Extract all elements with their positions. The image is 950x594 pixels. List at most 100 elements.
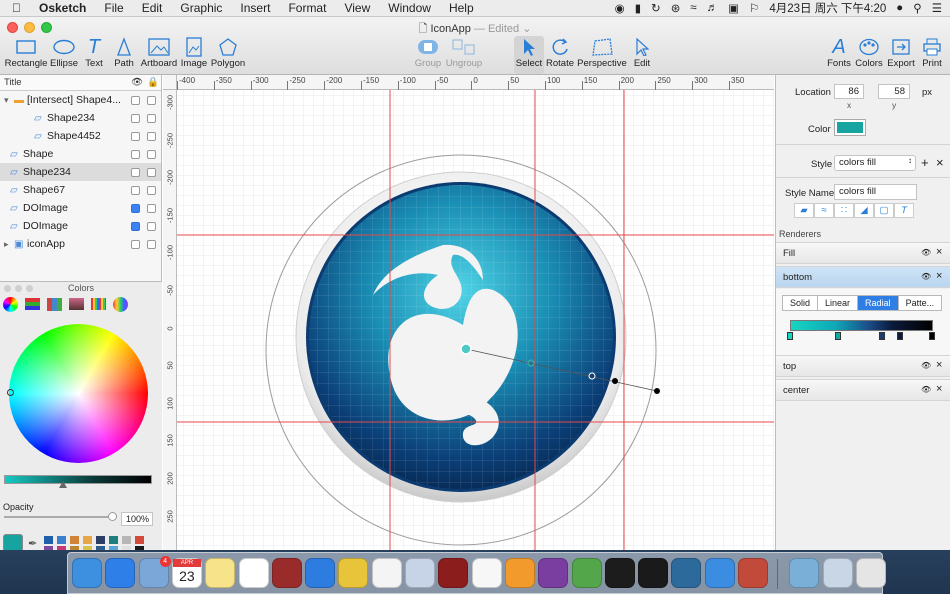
renderer-visibility-icon[interactable]: 👁	[921, 248, 931, 257]
remove-style-icon[interactable]: ×	[936, 155, 944, 170]
vertical-ruler[interactable]: -300 -250 -200 -150 -100 -50 0 50 100 150 200 250	[163, 90, 177, 550]
style-dropdown[interactable]: colors fill ↕	[834, 155, 916, 171]
gradient-bar[interactable]	[790, 320, 933, 331]
xcode-icon[interactable]	[704, 558, 735, 588]
menu-format[interactable]: Format	[279, 0, 335, 17]
fill-tab-linear[interactable]: Linear	[817, 295, 859, 311]
layer-visible-checkbox[interactable]	[131, 131, 140, 141]
spectrum-tab-icon[interactable]	[113, 296, 128, 312]
eyedropper-icon[interactable]: ✒	[28, 537, 37, 550]
layer-lock-checkbox[interactable]	[147, 203, 156, 213]
layer-visible-checkbox[interactable]	[131, 167, 140, 177]
color-swatch[interactable]	[109, 536, 118, 544]
gradient-stop-marker[interactable]	[929, 332, 935, 340]
fill-tab-radial[interactable]: Radial	[857, 295, 899, 311]
gradient-stop-marker[interactable]	[897, 332, 903, 340]
layer-row[interactable]: ▱ DOImage	[0, 199, 161, 217]
layer-lock-checkbox[interactable]	[147, 149, 156, 159]
brightness-slider[interactable]	[4, 475, 152, 484]
fonts-button[interactable]: A Fonts	[823, 36, 855, 74]
image-palettes-tab-icon[interactable]	[69, 298, 84, 310]
fill-color-well[interactable]	[834, 119, 866, 136]
layer-row[interactable]: ▾ ▬ [Intersect] Shape4...	[0, 91, 161, 109]
color-swatch[interactable]	[83, 546, 92, 550]
flag-icon[interactable]: ⚐	[749, 1, 759, 15]
preview-icon[interactable]: 4	[138, 556, 171, 588]
layer-visible-checkbox[interactable]	[131, 113, 140, 123]
print-button[interactable]: Print	[916, 36, 948, 74]
safari-icon[interactable]	[305, 558, 336, 588]
battery-icon[interactable]: ▮	[635, 1, 641, 15]
color-swatch[interactable]	[122, 536, 131, 544]
color-wheel[interactable]	[9, 324, 148, 463]
style-name-field[interactable]: colors fill	[834, 184, 917, 200]
perspective-tool[interactable]: Perspective	[577, 36, 627, 74]
spotlight-icon[interactable]: ⚲	[913, 1, 921, 15]
fill-renderer-icon[interactable]: ▰	[794, 203, 814, 218]
layer-visible-checkbox[interactable]	[131, 149, 140, 159]
layer-lock-checkbox[interactable]	[147, 221, 156, 231]
renderer-delete-icon[interactable]: ×	[936, 359, 942, 371]
notification-center-icon[interactable]: ☰	[932, 1, 942, 15]
calendar-icon[interactable]: APR 23	[171, 558, 202, 588]
menu-edit[interactable]: Edit	[133, 0, 172, 17]
current-color-well[interactable]	[3, 534, 23, 550]
renderer-row-center[interactable]: center 👁 ×	[776, 379, 950, 401]
gradient-stop-marker[interactable]	[787, 332, 793, 340]
layer-lock-checkbox[interactable]	[147, 131, 156, 141]
qq-icon[interactable]	[638, 558, 669, 588]
renderer-row-bottom[interactable]: bottom 👁 ×	[776, 266, 950, 288]
gradient-end-handle[interactable]	[654, 388, 660, 394]
color-swatch[interactable]	[122, 546, 131, 550]
pinyin-icon[interactable]	[789, 558, 820, 588]
canvas[interactable]: -400 -350 -300 -250 -200 -150 -100 -50 0 50 100 150…	[163, 75, 774, 550]
menu-app-name[interactable]: Osketch	[30, 0, 95, 17]
photo-booth-icon[interactable]	[438, 558, 469, 588]
banana-icon[interactable]	[338, 558, 369, 588]
pencils-tab-icon[interactable]	[91, 298, 106, 310]
layer-visible-checkbox[interactable]	[131, 95, 140, 105]
ibooks-icon[interactable]	[504, 558, 535, 588]
gradient-stop-handle-2[interactable]	[588, 372, 596, 380]
renderer-visibility-icon[interactable]: 👁	[921, 385, 931, 394]
brightness-slider-knob[interactable]	[59, 481, 67, 488]
menu-window[interactable]: Window	[379, 0, 440, 17]
sketch-icon[interactable]	[738, 558, 768, 588]
color-sliders-tab-icon[interactable]	[25, 298, 40, 310]
opacity-field[interactable]: 100%	[121, 512, 153, 526]
layer-lock-checkbox[interactable]	[147, 239, 156, 249]
wheel-picker[interactable]	[7, 389, 14, 396]
finder-icon[interactable]	[72, 558, 102, 588]
pattern-renderer-icon[interactable]: ∷	[834, 203, 854, 218]
qq-status-icon[interactable]: ◉	[615, 1, 625, 15]
renderer-row-fill[interactable]: Fill 👁 ×	[776, 242, 950, 264]
layer-row[interactable]: ▱ Shape4452	[0, 127, 161, 145]
layer-visible-checkbox[interactable]	[131, 221, 140, 231]
color-swatch[interactable]	[96, 546, 105, 550]
disclosure-closed-icon[interactable]: ▸	[4, 239, 9, 250]
color-swatch[interactable]	[44, 536, 53, 544]
opacity-slider-knob[interactable]	[108, 512, 117, 521]
time-machine-icon[interactable]: ↻	[651, 1, 661, 15]
horizontal-ruler[interactable]: -400 -350 -300 -250 -200 -150 -100 -50 0 50 100 150…	[163, 75, 774, 90]
gradient-stop-marker[interactable]	[835, 332, 841, 340]
edit-tool[interactable]: Edit	[627, 36, 657, 74]
itunes-icon[interactable]	[371, 558, 402, 588]
volume-icon[interactable]: ♬	[707, 2, 719, 14]
user-icon[interactable]: ●	[896, 2, 903, 14]
rotate-tool[interactable]: Rotate	[543, 36, 577, 74]
layer-row[interactable]: ▸ ▣ iconApp	[0, 235, 161, 253]
export-button[interactable]: Export	[885, 36, 917, 74]
select-tool[interactable]: Select	[514, 36, 544, 74]
menu-insert[interactable]: Insert	[231, 0, 279, 17]
fill-tab-patte[interactable]: Patte...	[897, 295, 943, 311]
color-swatch[interactable]	[57, 536, 66, 544]
trash-icon[interactable]	[855, 558, 886, 588]
color-swatch[interactable]	[57, 546, 66, 550]
renderer-row-top[interactable]: top 👁 ×	[776, 355, 950, 377]
fill-tab-solid[interactable]: Solid	[782, 295, 819, 311]
gradient-stop-marker[interactable]	[879, 332, 885, 340]
photos-icon[interactable]	[471, 558, 502, 588]
layer-visible-checkbox[interactable]	[131, 203, 140, 213]
shadow-renderer-icon[interactable]: ◢	[854, 203, 874, 218]
